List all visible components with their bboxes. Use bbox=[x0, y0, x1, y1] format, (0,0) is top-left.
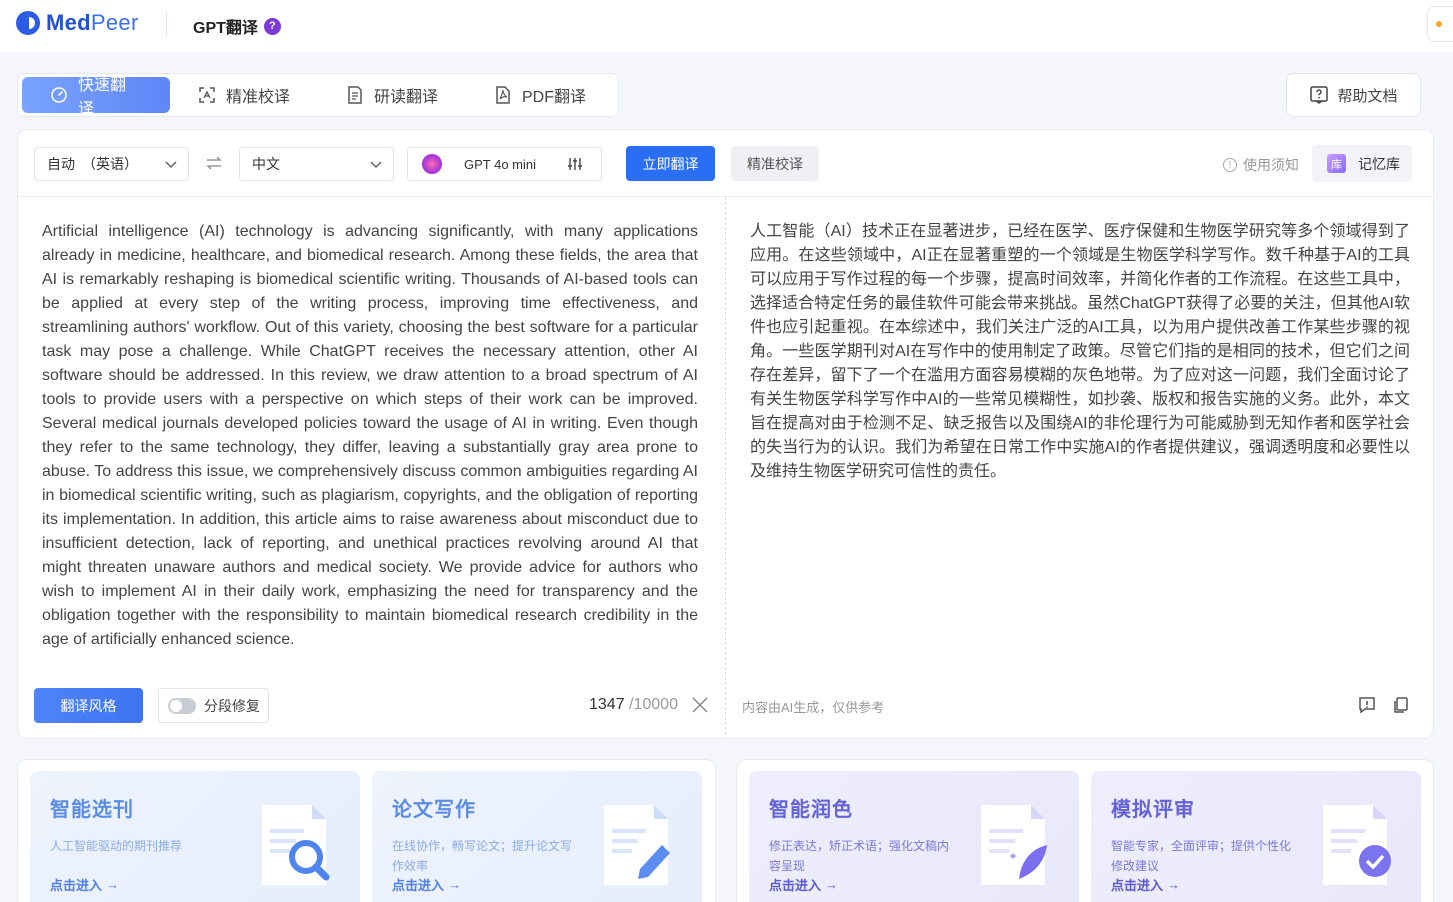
tab-pdf-translate[interactable]: PDF翻译 bbox=[466, 77, 614, 113]
memory-library-button[interactable]: 库 记忆库 bbox=[1312, 145, 1412, 182]
usage-notice-link[interactable]: ! 使用须知 bbox=[1223, 155, 1299, 175]
source-text-area[interactable]: Artificial intelligence (AI) technology … bbox=[42, 220, 698, 652]
card-enter-link[interactable]: 点击进入 → bbox=[769, 875, 838, 894]
close-icon[interactable] bbox=[691, 696, 709, 714]
library-icon: 库 bbox=[1327, 154, 1346, 173]
help-doc-button[interactable]: 帮助文档 bbox=[1286, 73, 1421, 117]
feather-doc-icon bbox=[981, 805, 1047, 885]
translation-output: 人工智能（AI）技术正在显著进步，已经在医学、医疗保健和生物医学研究等多个领域得… bbox=[750, 223, 1410, 480]
pdf-icon bbox=[496, 86, 510, 104]
translation-style-button[interactable]: 翻译风格 bbox=[34, 688, 143, 723]
top-header: MedPeer GPT翻译 ? bbox=[0, 0, 1453, 52]
gauge-icon bbox=[51, 87, 67, 103]
translate-now-button[interactable]: 立即翻译 bbox=[626, 146, 715, 181]
logo-text-bold: Med bbox=[46, 10, 91, 35]
segment-repair-toggle[interactable]: 分段修复 bbox=[158, 688, 269, 723]
medpeer-logo[interactable]: MedPeer bbox=[16, 10, 139, 36]
logo-mark-icon bbox=[16, 11, 40, 35]
char-count-max: /10000 bbox=[624, 696, 678, 713]
target-language-select[interactable]: 中文 bbox=[239, 147, 394, 181]
card-desc: 智能专家，全面评审；提供个性化修改建议 bbox=[1111, 839, 1292, 873]
ai-disclaimer: 内容由AI生成，仅供参考 bbox=[742, 700, 885, 715]
tab-study-translate[interactable]: 研读翻译 bbox=[318, 77, 466, 113]
tab-label: 快速翻译 bbox=[78, 77, 127, 118]
tab-label: 精准校译 bbox=[225, 89, 290, 106]
chevron-down-icon bbox=[165, 161, 177, 169]
card-desc: 修正表达，矫正术语；强化文稿内容呈现 bbox=[769, 839, 950, 873]
arrow-right-icon: → bbox=[825, 877, 839, 892]
swap-language-icon[interactable] bbox=[205, 154, 223, 172]
char-count: 1347 /10000 bbox=[589, 696, 678, 714]
model-logo-icon bbox=[422, 154, 442, 174]
logo-text-light: Peer bbox=[90, 10, 139, 35]
arrow-right-icon: → bbox=[106, 877, 120, 892]
arrow-right-icon: → bbox=[1167, 877, 1181, 892]
char-count-current: 1347 bbox=[589, 696, 625, 713]
tab-label: 研读翻译 bbox=[373, 89, 438, 106]
document-icon bbox=[348, 86, 362, 104]
card-enter-link[interactable]: 点击进入 → bbox=[392, 875, 461, 894]
model-select[interactable]: GPT 4o mini bbox=[407, 147, 602, 181]
check-doc-icon bbox=[1323, 805, 1391, 885]
pen-doc-icon bbox=[604, 805, 670, 885]
arrow-right-icon: → bbox=[448, 877, 462, 892]
chevron-down-icon bbox=[370, 161, 382, 169]
segment-repair-label: 分段修复 bbox=[204, 697, 260, 714]
precise-proofread-button[interactable]: 精准校译 bbox=[731, 146, 819, 181]
translation-toolbar: 自动 （英语） 中文 GPT 4o mini 立即翻译 精准校译 ! 使用须知 … bbox=[18, 130, 1433, 197]
card-desc: 人工智能驱动的期刊推荐 bbox=[50, 839, 183, 853]
header-divider bbox=[166, 12, 167, 36]
copy-icon[interactable] bbox=[1392, 696, 1410, 714]
tab-fast-translate[interactable]: 快速翻译 bbox=[22, 77, 170, 118]
card-enter-link[interactable]: 点击进入 → bbox=[50, 875, 119, 894]
card-journal-selection[interactable]: 智能选刊 人工智能驱动的期刊推荐 点击进入 → bbox=[30, 771, 360, 902]
scan-icon bbox=[199, 87, 215, 103]
translation-panel: 自动 （英语） 中文 GPT 4o mini 立即翻译 精准校译 ! 使用须知 … bbox=[17, 129, 1434, 739]
tune-icon[interactable] bbox=[567, 156, 583, 172]
tab-precise-proofread[interactable]: 精准校译 bbox=[170, 77, 318, 113]
card-mock-review[interactable]: 模拟评审 智能专家，全面评审；提供个性化修改建议 点击进入 → bbox=[1091, 771, 1421, 902]
memory-library-label: 记忆库 bbox=[1358, 155, 1400, 172]
usage-notice-label: 使用须知 bbox=[1243, 157, 1299, 173]
help-question-icon[interactable]: ? bbox=[263, 17, 281, 35]
feedback-icon[interactable] bbox=[1358, 696, 1376, 714]
page-title-text: GPT翻译 bbox=[193, 20, 258, 37]
info-icon: ! bbox=[1223, 158, 1237, 172]
card-enter-link[interactable]: 点击进入 → bbox=[1111, 875, 1180, 894]
card-paper-writing[interactable]: 论文写作 在线协作，畅写论文；提升论文写作效率 点击进入 → bbox=[372, 771, 702, 902]
page-title: GPT翻译 ? bbox=[193, 14, 281, 38]
tab-label: PDF翻译 bbox=[521, 89, 586, 106]
panel-divider bbox=[725, 197, 726, 738]
corner-widget-button[interactable] bbox=[1427, 6, 1453, 42]
help-doc-icon bbox=[1310, 86, 1329, 104]
source-language-value: 自动 （英语） bbox=[47, 156, 138, 172]
card-desc: 在线协作，畅写论文；提升论文写作效率 bbox=[392, 839, 573, 873]
help-doc-label: 帮助文档 bbox=[1337, 87, 1398, 105]
source-language-select[interactable]: 自动 （英语） bbox=[34, 147, 189, 181]
target-language-value: 中文 bbox=[252, 156, 280, 172]
card-smart-polish[interactable]: 智能润色 修正表达，矫正术语；强化文稿内容呈现 点击进入 → bbox=[749, 771, 1079, 902]
model-name: GPT 4o mini bbox=[464, 156, 537, 172]
toggle-switch[interactable] bbox=[168, 697, 196, 714]
magnifier-doc-icon bbox=[262, 805, 330, 885]
mode-tabs: 快速翻译 精准校译 研读翻译 PDF翻译 bbox=[17, 73, 619, 118]
